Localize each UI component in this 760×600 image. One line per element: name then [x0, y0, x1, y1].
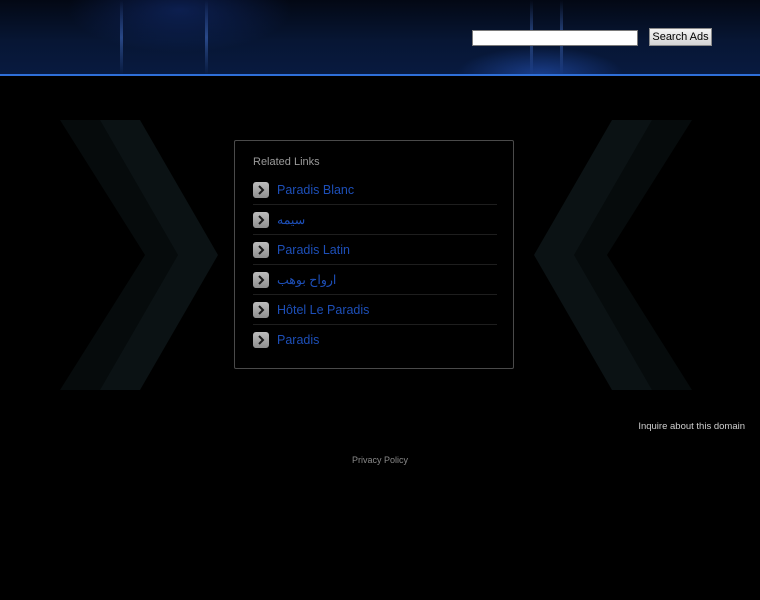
panel-title: Related Links: [253, 156, 320, 168]
chevron-right-icon: [253, 241, 269, 258]
chevron-right-icon: [253, 271, 269, 288]
chevron-right-icon: [253, 332, 269, 348]
chevron-right-icon: [253, 211, 269, 228]
chevron-right-icon: [253, 181, 269, 198]
privacy-policy-link[interactable]: Privacy Policy: [0, 455, 760, 465]
header-light-streak: [205, 0, 208, 75]
related-link[interactable]: Paradis Latin: [277, 243, 350, 257]
related-links-list: Paradis Blanc سيمه Paradis Latin ارواح ب…: [253, 175, 497, 355]
search-input[interactable]: [472, 30, 638, 46]
list-item[interactable]: Hôtel Le Paradis: [253, 295, 497, 325]
related-link[interactable]: Hôtel Le Paradis: [277, 303, 369, 317]
related-link[interactable]: ارواح بوهب: [277, 272, 336, 287]
inquire-domain-link[interactable]: Inquire about this domain: [638, 421, 745, 432]
list-item[interactable]: Paradis: [253, 325, 497, 355]
chevron-right-icon: [253, 301, 269, 318]
related-link[interactable]: Paradis Blanc: [277, 183, 354, 197]
related-link[interactable]: Paradis: [277, 333, 319, 347]
chevron-icon: [534, 120, 692, 390]
list-item[interactable]: ارواح بوهب: [253, 265, 497, 295]
header-divider: [0, 74, 760, 76]
related-link[interactable]: سيمه: [277, 212, 305, 227]
chevron-icon: [60, 120, 218, 390]
list-item[interactable]: Paradis Latin: [253, 235, 497, 265]
list-item[interactable]: سيمه: [253, 205, 497, 235]
header-banner: [0, 0, 760, 75]
header-light-streak: [120, 0, 123, 75]
related-links-panel: Related Links Paradis Blanc سيمه Paradis…: [234, 140, 514, 369]
search-ads-button[interactable]: Search Ads: [649, 28, 712, 46]
list-item[interactable]: Paradis Blanc: [253, 175, 497, 205]
